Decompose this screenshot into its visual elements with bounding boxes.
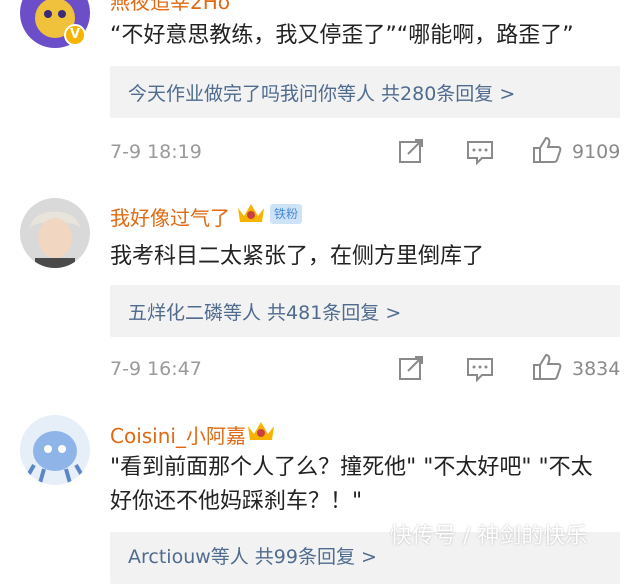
reply-summary-text: Arctiouw等人 共99条回复 > bbox=[128, 546, 377, 568]
reply-summary[interactable]: 五烊化二磷等人 共481条回复 > bbox=[110, 285, 620, 337]
like-icon[interactable] bbox=[532, 353, 562, 381]
avatar-image bbox=[20, 415, 90, 485]
avatar[interactable] bbox=[20, 415, 90, 485]
like-icon[interactable] bbox=[532, 136, 562, 164]
crown-icon bbox=[248, 422, 274, 440]
like-count: 9109 bbox=[572, 141, 621, 163]
comment-text: 我考科目二太紧张了，在侧方里倒库了 bbox=[110, 244, 485, 269]
fan-badge: 铁粉 bbox=[270, 204, 303, 224]
timestamp: 7-9 16:47 bbox=[110, 358, 202, 380]
comment-text-line-1: "看到前面那个人了么？撞死他" "不太好吧" "不太 bbox=[110, 455, 593, 480]
comment-text-line-2: 好你还不他妈踩刹车？！" bbox=[110, 489, 363, 514]
comment-icon[interactable] bbox=[466, 356, 494, 382]
repost-icon[interactable] bbox=[398, 138, 426, 164]
comment-icon[interactable] bbox=[466, 139, 494, 165]
reply-summary[interactable]: 今天作业做完了吗我问你等人 共280条回复 > bbox=[110, 66, 620, 118]
avatar[interactable] bbox=[20, 198, 90, 268]
avatar-image bbox=[20, 198, 90, 268]
username[interactable]: Coisini_小阿嘉 bbox=[110, 420, 246, 449]
username[interactable]: 我好像过气了 bbox=[110, 202, 230, 231]
username[interactable]: 燕夜追莘2Ho bbox=[110, 0, 230, 15]
crown-icon bbox=[238, 204, 264, 222]
watermark: 快传号 / 神剑的快乐 bbox=[390, 524, 588, 549]
repost-icon[interactable] bbox=[398, 355, 426, 381]
comment-text: “不好意思教练，我又停歪了”“哪能啊，路歪了” bbox=[110, 23, 574, 48]
like-count: 3834 bbox=[572, 358, 621, 380]
verified-badge-icon: V bbox=[64, 24, 86, 46]
timestamp: 7-9 18:19 bbox=[110, 141, 202, 163]
reply-summary-text: 今天作业做完了吗我问你等人 共280条回复 > bbox=[128, 83, 516, 105]
reply-summary-text: 五烊化二磷等人 共481条回复 > bbox=[128, 302, 402, 324]
